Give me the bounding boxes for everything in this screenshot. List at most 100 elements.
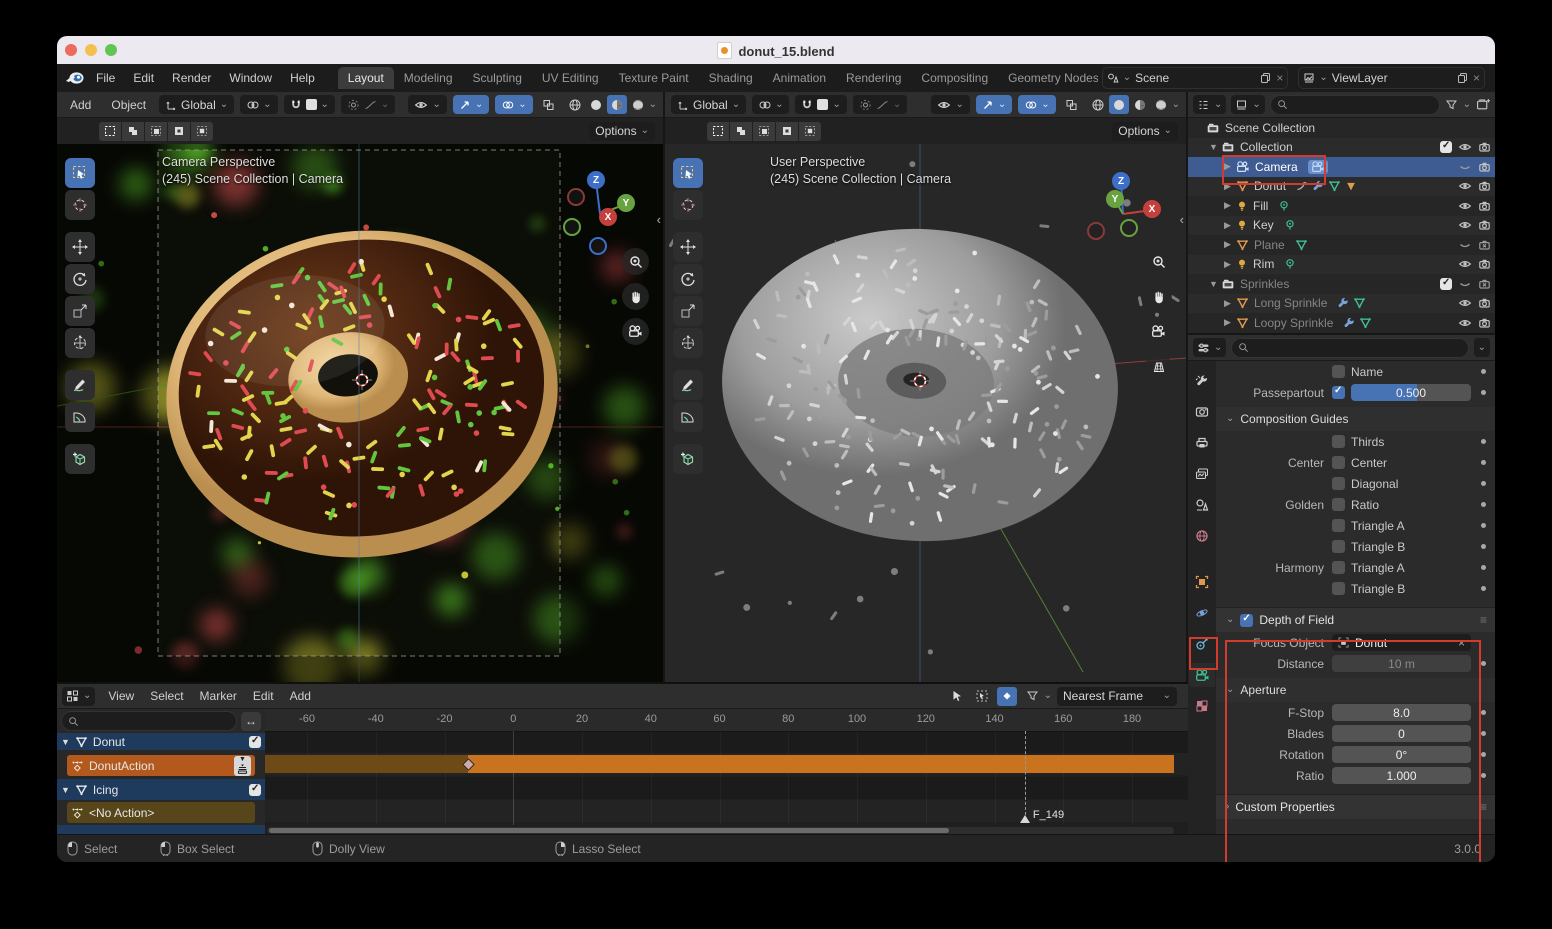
hide-viewport-icon[interactable] bbox=[1458, 317, 1472, 329]
tool-measure-button[interactable] bbox=[673, 402, 703, 432]
properties-tab-render[interactable] bbox=[1189, 400, 1215, 424]
editor-type-outliner-button[interactable]: ⌄ bbox=[1193, 95, 1226, 114]
checkbox-name[interactable] bbox=[1332, 365, 1345, 378]
hide-viewport-icon[interactable] bbox=[1458, 297, 1472, 309]
gizmos-toggle[interactable]: ⌄ bbox=[976, 95, 1012, 114]
editor-type-properties-button[interactable]: ⌄ bbox=[1193, 338, 1226, 357]
tool-rotate-button[interactable] bbox=[673, 264, 703, 294]
outliner-row-loopy-sprinkle[interactable]: ▶Loopy Sprinkle bbox=[1188, 313, 1495, 331]
outliner-row-collection[interactable]: ▼Collection bbox=[1188, 138, 1495, 158]
hide-viewport-icon[interactable] bbox=[1458, 239, 1472, 251]
tool-measure-button[interactable] bbox=[65, 402, 95, 432]
outliner-row-fill[interactable]: ▶Fill bbox=[1188, 196, 1495, 216]
outliner-row-sprinkles[interactable]: ▼Sprinkles bbox=[1188, 274, 1495, 294]
copy-viewlayer-icon[interactable] bbox=[1457, 72, 1469, 84]
copy-scene-icon[interactable] bbox=[1260, 72, 1272, 84]
menu-add[interactable]: Add bbox=[63, 96, 98, 114]
animate-property-dot[interactable] bbox=[1471, 565, 1495, 570]
pushdown-action-icon[interactable] bbox=[236, 763, 249, 775]
expander-icon[interactable]: ▶ bbox=[1224, 317, 1236, 328]
properties-tab-view-layer[interactable] bbox=[1189, 462, 1215, 486]
view-grid-button[interactable] bbox=[1145, 353, 1172, 380]
view-camera-button[interactable] bbox=[622, 318, 649, 345]
dopesheet-menu-add[interactable]: Add bbox=[282, 687, 319, 705]
outliner-search-input[interactable] bbox=[1270, 95, 1440, 115]
drag-handle-icon[interactable]: ≡ bbox=[1480, 800, 1487, 814]
field-rotation[interactable]: 0° bbox=[1332, 746, 1471, 763]
overlays-toggle[interactable]: ⌄ bbox=[1018, 95, 1055, 114]
disable-render-icon[interactable] bbox=[1478, 219, 1491, 231]
shading-solid-button[interactable] bbox=[1109, 95, 1129, 114]
gizmo-axis-ball[interactable] bbox=[1087, 222, 1105, 240]
shading-solid-button[interactable] bbox=[586, 95, 606, 114]
overlays-toggle[interactable]: ⌄ bbox=[495, 95, 532, 114]
select-mode-invert-button[interactable] bbox=[168, 122, 190, 141]
channel-search-input[interactable] bbox=[61, 711, 237, 731]
tool-rotate-button[interactable] bbox=[65, 264, 95, 294]
select-mode-subtract-button[interactable] bbox=[753, 122, 775, 141]
outliner-display-mode-button[interactable]: ⌄ bbox=[1231, 95, 1264, 114]
hide-viewport-icon[interactable] bbox=[1458, 219, 1472, 231]
disable-render-icon[interactable] bbox=[1478, 317, 1491, 329]
collection-checkbox[interactable] bbox=[1440, 278, 1452, 290]
editor-type-dopesheet-button[interactable]: ⌄ bbox=[62, 687, 95, 706]
gizmo-axis-ball[interactable] bbox=[589, 237, 607, 255]
shading-wireframe-button[interactable] bbox=[565, 95, 585, 114]
animate-property-dot[interactable] bbox=[1471, 752, 1495, 757]
workspace-tab-texture-paint[interactable]: Texture Paint bbox=[609, 67, 699, 89]
channel-icing[interactable]: ▼Icing bbox=[57, 779, 265, 800]
properties-tab-physics[interactable] bbox=[1189, 601, 1215, 625]
slider-passepartout[interactable]: 0.500 bbox=[1351, 384, 1471, 401]
animate-property-dot[interactable] bbox=[1471, 390, 1495, 395]
shading-rendered-button[interactable] bbox=[1151, 95, 1171, 114]
properties-search-input[interactable] bbox=[1231, 338, 1468, 358]
shading-rendered-button[interactable] bbox=[628, 95, 648, 114]
workspace-tab-uv-editing[interactable]: UV Editing bbox=[532, 67, 609, 89]
filter-icon[interactable] bbox=[1445, 99, 1458, 111]
orientation-dropdown[interactable]: Global⌄ bbox=[159, 95, 234, 114]
outliner-row-plane[interactable]: ▶Plane bbox=[1188, 235, 1495, 255]
disable-render-icon[interactable] bbox=[1478, 297, 1491, 309]
workspace-tab-compositing[interactable]: Compositing bbox=[911, 67, 998, 89]
tool-scale-button[interactable] bbox=[673, 296, 703, 326]
gizmo-axis-ball[interactable] bbox=[563, 218, 581, 236]
drag-handle-icon[interactable]: ≡ bbox=[1480, 613, 1487, 627]
channel-donutaction[interactable]: DonutAction▼ bbox=[67, 755, 255, 776]
expander-icon[interactable]: ▶ bbox=[1224, 161, 1236, 172]
checkbox-ratio[interactable] bbox=[1332, 498, 1345, 511]
expander-icon[interactable]: ▶ bbox=[1224, 220, 1236, 231]
remove-viewlayer-icon[interactable]: × bbox=[1473, 71, 1480, 85]
tool-cursor-button[interactable] bbox=[673, 190, 703, 220]
action-strip[interactable] bbox=[468, 755, 1174, 773]
properties-tab-world[interactable] bbox=[1189, 524, 1215, 548]
tool-annotate-button[interactable] bbox=[673, 370, 703, 400]
disable-render-icon[interactable] bbox=[1478, 239, 1491, 251]
select-mode-intersect-button[interactable] bbox=[799, 122, 821, 141]
collapse-panel-icon[interactable]: ‹ bbox=[1180, 212, 1184, 227]
expander-icon[interactable]: ▼ bbox=[1209, 142, 1221, 152]
only-selected-channels-icon[interactable] bbox=[972, 687, 992, 706]
dopesheet-menu-select[interactable]: Select bbox=[142, 687, 191, 705]
dopesheet-timeline[interactable]: -60-40-20020406080100120140160180F_149 bbox=[265, 709, 1188, 837]
dopesheet-menu-view[interactable]: View bbox=[100, 687, 142, 705]
view-hand-button[interactable] bbox=[1145, 283, 1172, 310]
tool-move-button[interactable] bbox=[65, 232, 95, 262]
outliner-row-camera[interactable]: ▶Camera bbox=[1188, 157, 1495, 177]
workspace-tab-animation[interactable]: Animation bbox=[763, 67, 836, 89]
disable-render-icon[interactable] bbox=[1478, 278, 1491, 290]
tool-select-box-button[interactable] bbox=[65, 158, 95, 188]
expand-channels-icon[interactable]: ↔ bbox=[241, 712, 261, 731]
select-mode-extend-button[interactable] bbox=[122, 122, 144, 141]
channel-checkbox[interactable] bbox=[249, 784, 261, 796]
gizmo-axis-X[interactable]: X bbox=[599, 208, 617, 226]
animate-property-dot[interactable] bbox=[1471, 460, 1495, 465]
animate-property-dot[interactable] bbox=[1471, 523, 1495, 528]
gizmo-axis-ball[interactable] bbox=[567, 188, 585, 206]
collapse-panel-icon[interactable]: ‹ bbox=[657, 212, 661, 227]
clear-object-icon[interactable]: × bbox=[1458, 636, 1465, 650]
field-distance[interactable]: 10 m bbox=[1332, 655, 1471, 672]
options-dropdown[interactable]: Options⌄ bbox=[589, 122, 655, 141]
animate-property-dot[interactable] bbox=[1471, 369, 1495, 374]
gizmo-axis-X[interactable]: X bbox=[1143, 200, 1161, 218]
subpanel-composition-guides[interactable]: ⌄Composition Guides bbox=[1216, 407, 1495, 431]
